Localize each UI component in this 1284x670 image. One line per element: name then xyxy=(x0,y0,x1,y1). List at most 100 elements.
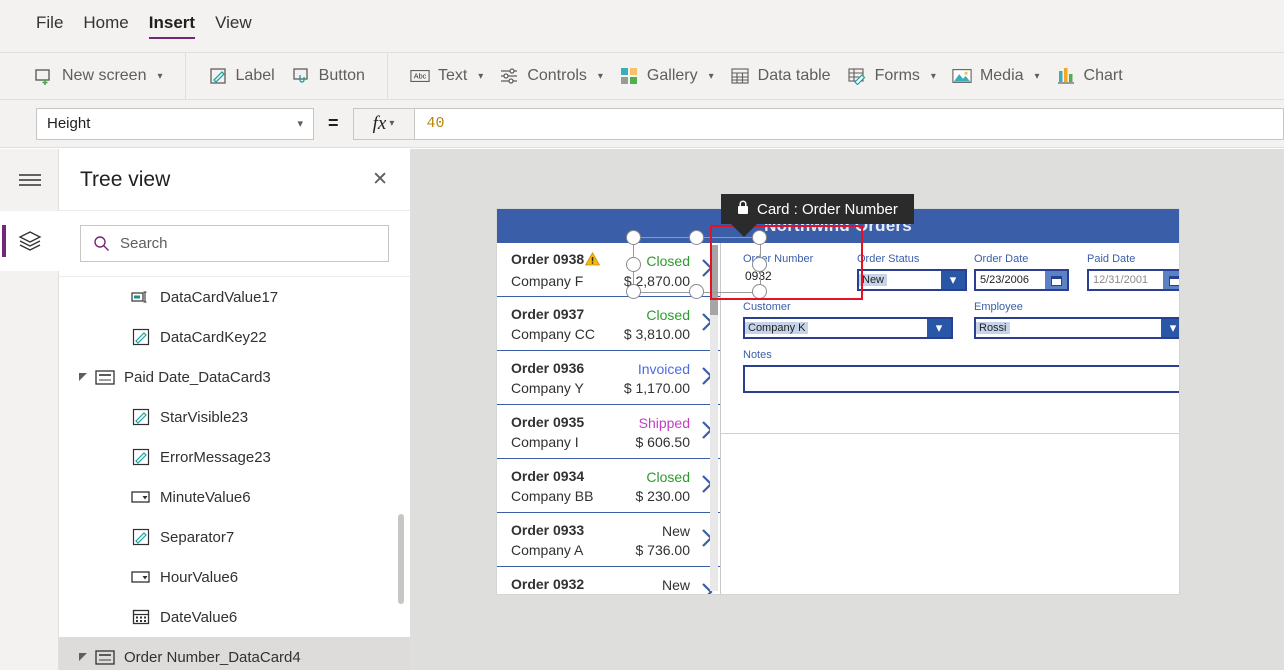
dropdown-icon xyxy=(131,487,151,507)
resize-handle-nw[interactable] xyxy=(626,230,641,245)
resize-handle-n[interactable] xyxy=(689,230,704,245)
field-customer-value: Company K xyxy=(745,322,809,334)
media-button[interactable]: Media ▾ xyxy=(944,62,1048,90)
expander-triangle-icon[interactable] xyxy=(77,651,89,663)
close-icon[interactable]: ✕ xyxy=(372,170,388,189)
field-paid-date-value: 12/31/2001 xyxy=(1093,274,1149,286)
forms-button[interactable]: Forms ▾ xyxy=(839,62,944,90)
chevron-down-icon: ▾ xyxy=(157,70,163,82)
tree-item-label: Paid Date_DataCard3 xyxy=(124,368,271,386)
ribbon-group-basic: Label Button xyxy=(184,53,387,99)
chevron-down-icon[interactable]: ▾ xyxy=(1161,319,1179,337)
rail-item-tree-view[interactable] xyxy=(0,211,59,271)
field-customer-dropdown[interactable]: Company K ▾ xyxy=(743,317,953,339)
button-button[interactable]: Button xyxy=(283,62,373,90)
new-screen-button[interactable]: New screen ▾ xyxy=(26,62,171,90)
chart-button[interactable]: Chart xyxy=(1048,62,1131,90)
field-order-date-label: Order Date xyxy=(974,253,1029,265)
tree-item-datacardvalue17[interactable]: DataCardValue17 xyxy=(59,277,410,317)
gallery-item-order: Order 0936 xyxy=(511,359,585,376)
tree-item-label: Order Number_DataCard4 xyxy=(124,648,301,666)
chevron-down-icon: ▾ xyxy=(478,70,484,82)
chevron-down-icon[interactable]: ▾ xyxy=(941,271,965,289)
gallery-item-company: Company F xyxy=(511,272,584,289)
tree-item-errormessage23[interactable]: ErrorMessage23 xyxy=(59,437,410,477)
gallery-item-order: Order 0937 xyxy=(511,305,585,322)
gallery-item-company: Company A xyxy=(511,541,584,558)
label-pencil-icon xyxy=(131,327,151,347)
field-paid-date-input[interactable]: 12/31/2001 xyxy=(1087,269,1179,291)
tree-item-minutevalue6[interactable]: MinuteValue6 xyxy=(59,477,410,517)
field-employee-value: Rossi xyxy=(976,322,1010,334)
gallery-item[interactable]: Order 0933 New Company A $ 736.00 xyxy=(497,513,720,567)
menu-item-insert[interactable]: Insert xyxy=(148,13,196,39)
chevron-down-icon: ▾ xyxy=(1034,70,1040,82)
menu-item-view[interactable]: View xyxy=(215,13,252,39)
resize-handle-se[interactable] xyxy=(752,284,767,299)
gallery-item-order: Order 0938 xyxy=(511,250,585,267)
hamburger-menu-button[interactable] xyxy=(0,149,59,211)
formula-bar: Height ▾ = fx ▾ 40 xyxy=(0,100,1284,148)
gallery-item-company: Company BB xyxy=(511,487,594,504)
field-employee-label: Employee xyxy=(974,301,1023,313)
menu-item-file[interactable]: File xyxy=(36,13,63,39)
gallery-scrollbar[interactable] xyxy=(710,245,718,591)
data-table-icon xyxy=(730,66,750,86)
expander-triangle-icon[interactable] xyxy=(77,371,89,383)
tree-item-label: DataCardValue17 xyxy=(160,288,279,306)
tree-item-separator7[interactable]: Separator7 xyxy=(59,517,410,557)
field-employee-dropdown[interactable]: Rossi ▾ xyxy=(974,317,1179,339)
resize-handle-w[interactable] xyxy=(626,257,641,272)
gallery-item[interactable]: Order 0934 Closed Company BB $ 230.00 xyxy=(497,459,720,513)
tooltip-arrow-icon xyxy=(731,224,757,237)
label-button[interactable]: Label xyxy=(200,62,283,90)
field-order-date-input[interactable]: 5/23/2006 xyxy=(974,269,1069,291)
selection-tooltip: Card : Order Number xyxy=(721,194,914,224)
data-table-button[interactable]: Data table xyxy=(722,62,839,90)
controls-sliders-icon xyxy=(499,66,519,86)
gallery-item[interactable]: Order 0935 Shipped Company I $ 606.50 xyxy=(497,405,720,459)
tree-item-datacardkey22[interactable]: DataCardKey22 xyxy=(59,317,410,357)
orders-gallery[interactable]: Order 0938 Closed Company F $ 2,870.00 Order… xyxy=(497,243,721,594)
search-placeholder: Search xyxy=(120,235,168,252)
search-input[interactable]: Search xyxy=(80,225,389,262)
resize-handle-sw[interactable] xyxy=(626,284,641,299)
app-canvas: Northwind Orders Order 0938 Closed Company… xyxy=(411,149,1284,670)
formula-input[interactable]: 40 xyxy=(414,107,1284,140)
menu-item-home[interactable]: Home xyxy=(83,13,128,39)
chevron-down-icon[interactable]: ▾ xyxy=(927,319,951,337)
fx-dropdown-button[interactable]: fx ▾ xyxy=(352,107,415,140)
tree-item-hourvalue6[interactable]: HourValue6 xyxy=(59,557,410,597)
tree-item-starvisible23[interactable]: StarVisible23 xyxy=(59,397,410,437)
field-order-status-dropdown[interactable]: New ▾ xyxy=(857,269,967,291)
field-employee: Employee Rossi ▾ xyxy=(974,301,1179,339)
text-button[interactable]: Abc Text ▾ xyxy=(402,62,491,90)
tree-item-order-number-datacard4[interactable]: Order Number_DataCard4 xyxy=(59,637,410,670)
gallery-button[interactable]: Gallery ▾ xyxy=(611,62,722,90)
gallery-item-company: Company Y xyxy=(511,379,584,396)
gallery-item-company: Company CC xyxy=(511,325,596,342)
chevron-down-icon: ▾ xyxy=(297,118,303,130)
tree-view-title: Tree view xyxy=(80,167,171,191)
gallery-item-status: Closed xyxy=(646,468,690,485)
text-abc-icon: Abc xyxy=(410,66,430,86)
tree-item-paid-date-datacard3[interactable]: Paid Date_DataCard3 xyxy=(59,357,410,397)
resize-handle-e[interactable] xyxy=(752,257,767,272)
gallery-item[interactable]: Order 0937 Closed Company CC $ 3,810.00 xyxy=(497,297,720,351)
property-selector[interactable]: Height ▾ xyxy=(36,107,314,140)
calendar-icon[interactable] xyxy=(1045,271,1067,289)
calendar-icon[interactable] xyxy=(1163,271,1179,289)
gallery-item-status: Invoiced xyxy=(637,360,690,377)
tree-view-scrollbar[interactable] xyxy=(398,514,404,604)
gallery-item[interactable]: Order 0936 Invoiced Company Y $ 1,170.00 xyxy=(497,351,720,405)
powerapps-studio-window: File Home Insert View New screen ▾ Label xyxy=(0,0,1284,670)
chevron-down-icon: ▾ xyxy=(708,70,714,82)
controls-button[interactable]: Controls ▾ xyxy=(491,62,611,90)
field-notes-input[interactable] xyxy=(743,365,1179,393)
tree-item-datevalue6[interactable]: DateValue6 xyxy=(59,597,410,637)
field-paid-date-label: Paid Date xyxy=(1087,253,1136,265)
gallery-item[interactable]: Order 0932NewCompany K$ 800.00 xyxy=(497,567,720,594)
resize-handle-s[interactable] xyxy=(689,284,704,299)
tree-item-label: MinuteValue6 xyxy=(160,488,251,506)
app-body: Order 0938 Closed Company F $ 2,870.00 Order… xyxy=(497,243,1179,594)
